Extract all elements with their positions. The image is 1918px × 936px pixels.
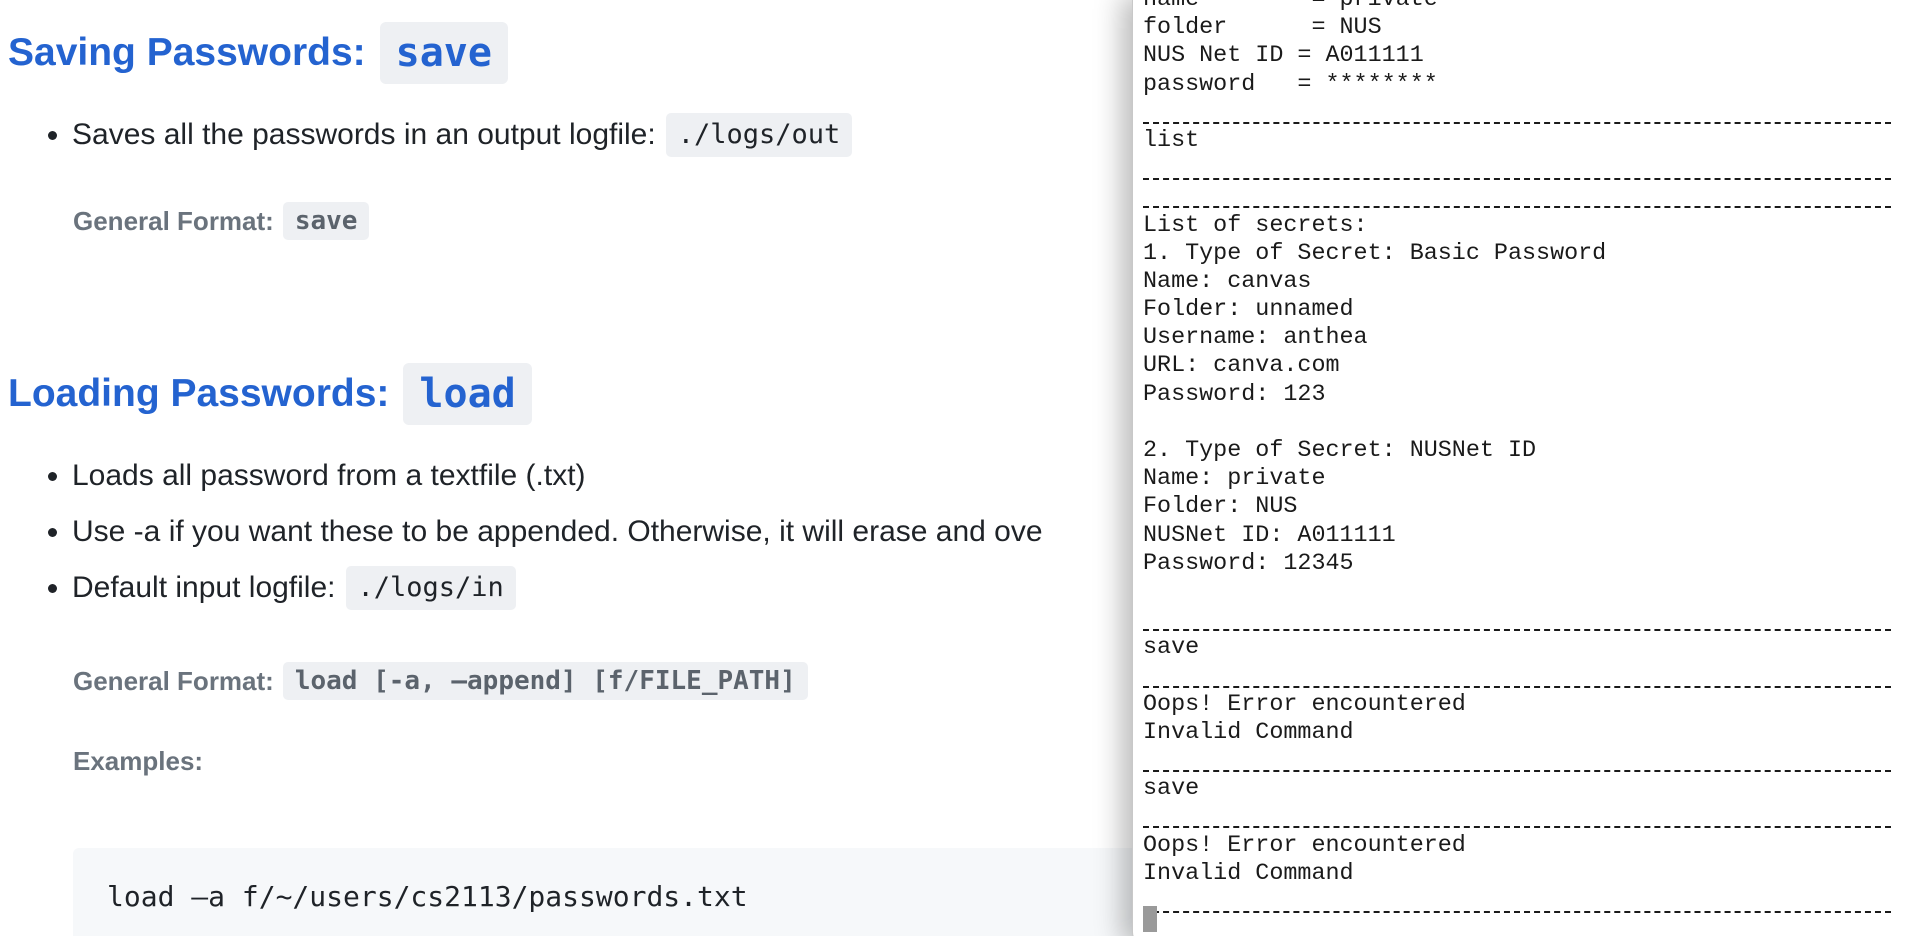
load-command-code: load [403, 363, 532, 425]
load-bullet-list: Loads all password from a textfile (.txt… [44, 448, 1043, 616]
list-item: Loads all password from a textfile (.txt… [44, 448, 1043, 504]
format-code: load [-a, –append] [f/FILE_PATH] [282, 662, 808, 700]
terminal-line: List of secrets: [1143, 212, 1368, 239]
examples-label: Examples: [73, 746, 204, 776]
terminal-separator [1143, 888, 1918, 916]
save-bullet-list: Saves all the passwords in an output log… [44, 107, 853, 163]
bullet-text: Use -a if you want these to be appended.… [72, 515, 1043, 548]
terminal-line: Password: 12345 [1143, 550, 1354, 577]
terminal-window[interactable]: name = private folder = NUS NUS Net ID = A… [1132, 0, 1918, 936]
terminal-line: Name: private [1143, 466, 1326, 493]
bullet-text: Loads all password from a textfile (.txt… [72, 459, 586, 492]
save-section-heading: Saving Passwords: save [8, 22, 508, 84]
load-general-format: General Format: load [-a, –append] [f/FI… [73, 662, 808, 700]
terminal-separator [1143, 155, 1918, 183]
save-command-code: save [379, 22, 508, 84]
terminal-line: Oops! Error encountered [1143, 691, 1466, 718]
terminal-output: name = private folder = NUS NUS Net ID = A… [1143, 0, 1918, 916]
terminal-line: list [1143, 127, 1200, 154]
terminal-separator [1143, 183, 1918, 211]
terminal-line: save [1143, 635, 1200, 662]
terminal-line: 1. Type of Secret: Basic Password [1143, 240, 1607, 267]
terminal-line: Oops! Error encountered [1143, 832, 1466, 859]
terminal-line: folder = NUS [1143, 15, 1382, 42]
terminal-separator [1143, 803, 1918, 831]
terminal-separator [1143, 747, 1918, 775]
terminal-line: name = private [1143, 0, 1438, 13]
format-label: General Format: [73, 205, 274, 236]
bullet-text: Default input logfile: [72, 571, 336, 604]
list-item: Saves all the passwords in an output log… [44, 107, 853, 163]
input-logfile-code: ./logs/in [345, 566, 516, 610]
save-general-format: General Format: save [73, 202, 370, 240]
output-logfile-code: ./logs/out [665, 113, 853, 157]
terminal-line: Invalid Command [1143, 860, 1354, 887]
terminal-line: NUS Net ID = A011111 [1143, 43, 1424, 70]
terminal-line: Password: 123 [1143, 381, 1326, 408]
terminal-line: password = ******** [1143, 71, 1438, 98]
bullet-text: Saves all the passwords in an output log… [72, 118, 656, 151]
terminal-separator [1143, 606, 1918, 634]
example-code: load –a f/~/users/cs2113/passwords.txt [107, 880, 748, 913]
terminal-line: Username: anthea [1143, 325, 1368, 352]
list-item: Default input logfile: ./logs/in [44, 560, 1043, 616]
terminal-line: Folder: unnamed [1143, 297, 1354, 324]
terminal-line: Folder: NUS [1143, 494, 1298, 521]
format-label: General Format: [73, 665, 274, 696]
load-section-heading: Loading Passwords: load [8, 363, 532, 425]
load-heading-text: Loading Passwords: [8, 372, 390, 415]
terminal-line: save [1143, 776, 1200, 803]
format-code: save [282, 202, 370, 240]
terminal-line: URL: canva.com [1143, 353, 1340, 380]
example-code-block: load –a f/~/users/cs2113/passwords.txt [73, 848, 1173, 936]
terminal-line: 2. Type of Secret: NUSNet ID [1143, 438, 1537, 464]
terminal-cursor [1143, 906, 1157, 932]
list-item: Use -a if you want these to be appended.… [44, 504, 1043, 560]
terminal-line: Invalid Command [1143, 719, 1354, 746]
terminal-line: Name: canvas [1143, 268, 1312, 295]
save-heading-text: Saving Passwords: [8, 31, 366, 74]
terminal-line: NUSNet ID: A011111 [1143, 522, 1396, 549]
terminal-separator [1143, 99, 1918, 127]
terminal-separator [1143, 663, 1918, 691]
